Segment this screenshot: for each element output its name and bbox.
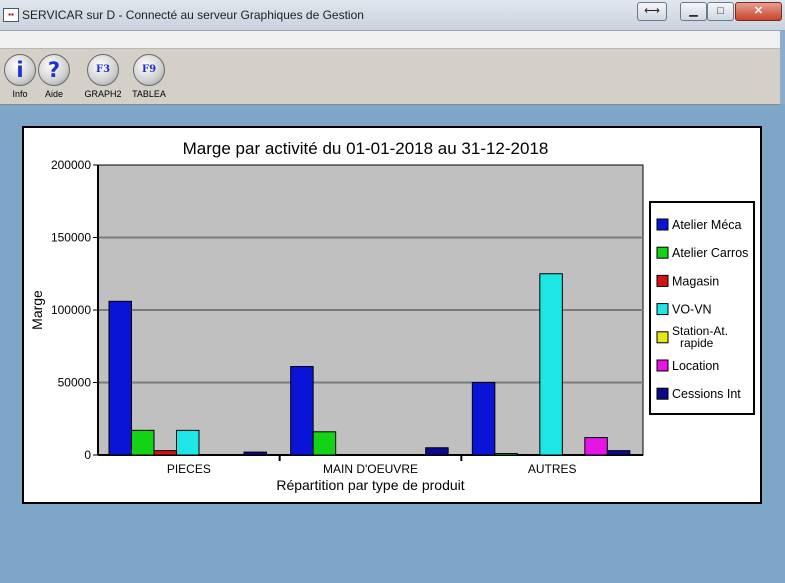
close-icon: ✕ [753, 5, 764, 17]
y-tick-label: 0 [84, 448, 91, 462]
legend-label-line: rapide [680, 336, 714, 350]
menu-bar [0, 31, 780, 49]
bar [243, 451, 267, 456]
bar [471, 382, 496, 456]
toolbar: i Info ? Aide F3 GRAPH2 F9 TABLEA [0, 49, 780, 105]
bar [584, 437, 608, 456]
bar-chart: Marge par activité du 01-01-2018 au 31-1… [29, 139, 755, 493]
legend-swatch [656, 359, 669, 372]
window-titlebar: ▪▪ SERVICAR sur D - Connecté au serveur … [0, 0, 785, 31]
y-tick-label: 50000 [58, 376, 92, 390]
bar [539, 273, 563, 456]
legend-label: Location [672, 359, 719, 373]
bar [290, 366, 314, 456]
double-arrow-icon: ⟷ [644, 5, 660, 17]
chart-panel: Marge par activité du 01-01-2018 au 31-1… [22, 126, 762, 504]
bar [176, 429, 200, 456]
tablea-label: TABLEA [132, 89, 166, 99]
bar [108, 300, 132, 456]
x-tick-label: MAIN D'OEUVRE [323, 462, 418, 476]
x-tick-label: PIECES [167, 462, 211, 476]
servicar-app-icon[interactable]: ▪▪ [3, 8, 19, 22]
legend-swatch [656, 218, 669, 231]
window-title: SERVICAR sur D - Connecté au serveur Gra… [22, 8, 364, 22]
y-axis-label: Marge [29, 290, 45, 330]
legend-label: VO-VN [672, 303, 712, 317]
legend-swatch [656, 246, 669, 259]
minimize-icon: ▁ [689, 5, 698, 17]
tablea-button[interactable]: F9 TABLEA [125, 53, 173, 103]
window-edge [780, 31, 785, 104]
help-label: Aide [44, 89, 63, 99]
maximize-icon: □ [717, 5, 724, 17]
f3-key-icon: F3 [87, 54, 119, 86]
chart-title: Marge par activité du 01-01-2018 au 31-1… [183, 139, 549, 158]
restore-split-button[interactable]: ⟷ [637, 2, 667, 21]
y-tick-label: 150000 [51, 231, 91, 245]
legend-swatch [656, 303, 669, 316]
legend-label: Atelier Carros [672, 246, 748, 260]
legend-swatch [656, 331, 669, 344]
graph2-button[interactable]: F3 GRAPH2 [79, 53, 127, 103]
bar [606, 450, 631, 456]
maximize-button[interactable]: □ [707, 2, 734, 21]
bar [131, 429, 155, 456]
help-icon: ? [38, 54, 70, 86]
legend-swatch [656, 274, 669, 287]
x-tick-label: AUTRES [528, 462, 577, 476]
bar [425, 447, 449, 456]
bar [312, 431, 337, 456]
bar [153, 450, 177, 456]
y-tick-label: 200000 [51, 158, 91, 172]
graph2-label: GRAPH2 [84, 89, 122, 99]
y-tick-label: 100000 [51, 303, 91, 317]
legend-swatch [656, 387, 669, 400]
x-axis-label: Répartition par type de produit [276, 477, 464, 493]
legend-label: Cessions Int [672, 387, 741, 401]
f9-key-icon: F9 [133, 54, 165, 86]
help-button[interactable]: ? Aide [30, 53, 78, 103]
legend-label: Magasin [672, 274, 719, 288]
bar [494, 453, 518, 456]
legend-label: Atelier Méca [672, 218, 742, 232]
close-button[interactable]: ✕ [735, 2, 782, 21]
minimize-button[interactable]: ▁ [680, 2, 707, 21]
